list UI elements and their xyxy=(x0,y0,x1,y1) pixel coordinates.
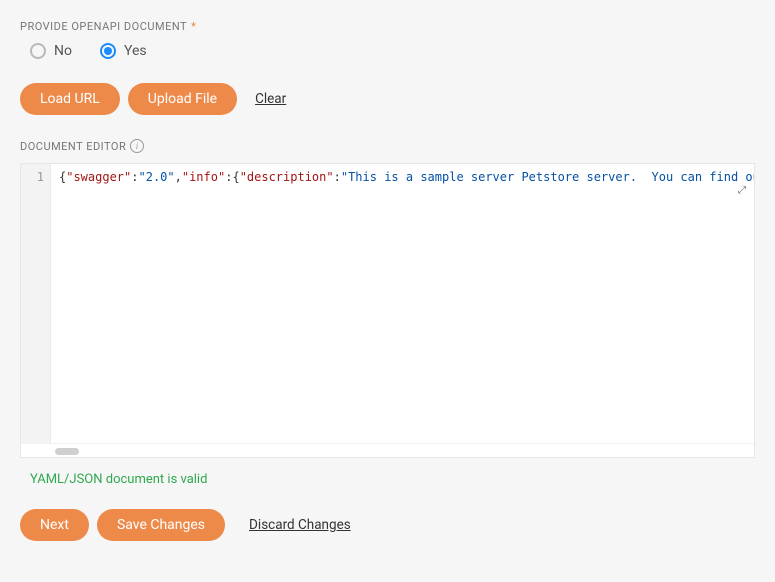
code-token-str: "2.0" xyxy=(139,170,175,184)
code-token-brace: { xyxy=(232,170,239,184)
editor-gutter: 1 xyxy=(21,164,51,443)
line-number-1: 1 xyxy=(21,170,44,184)
validation-message: YAML/JSON document is valid xyxy=(30,472,755,487)
expand-icon[interactable]: ⤢ xyxy=(738,186,746,196)
code-token-comma: , xyxy=(175,170,182,184)
code-token-colon: : xyxy=(334,170,341,184)
code-token-key: "description" xyxy=(240,170,334,184)
radio-option-no[interactable]: No xyxy=(30,43,72,59)
code-token-colon: : xyxy=(131,170,138,184)
load-url-button[interactable]: Load URL xyxy=(20,83,120,115)
radio-option-yes[interactable]: Yes xyxy=(100,43,147,59)
action-button-row: Load URL Upload File Clear xyxy=(20,83,755,115)
openapi-radio-group: No Yes xyxy=(30,43,755,59)
code-token-str: "This is a sample server Petstore server… xyxy=(341,170,754,184)
editor-body: 1 {"swagger":"2.0","info":{"description"… xyxy=(21,164,754,443)
code-line: {"swagger":"2.0","info":{"description":"… xyxy=(59,170,754,184)
code-token-key: "info" xyxy=(182,170,225,184)
save-changes-button[interactable]: Save Changes xyxy=(97,509,225,541)
upload-file-button[interactable]: Upload File xyxy=(128,83,237,115)
info-icon[interactable]: i xyxy=(130,139,144,153)
clear-link[interactable]: Clear xyxy=(255,91,286,107)
document-editor[interactable]: 1 {"swagger":"2.0","info":{"description"… xyxy=(20,163,755,458)
provide-openapi-label-text: PROVIDE OPENAPI DOCUMENT xyxy=(20,20,187,33)
radio-label-no: No xyxy=(54,43,72,59)
document-editor-label-text: DOCUMENT EDITOR xyxy=(20,140,126,153)
required-star-icon: * xyxy=(191,20,196,33)
radio-label-yes: Yes xyxy=(124,43,147,59)
document-editor-label: DOCUMENT EDITOR i xyxy=(20,139,755,153)
editor-scrollbar-horizontal[interactable] xyxy=(21,443,754,457)
code-token-key: "swagger" xyxy=(66,170,131,184)
code-area[interactable]: {"swagger":"2.0","info":{"description":"… xyxy=(51,164,754,443)
radio-circle-selected-icon xyxy=(100,43,116,59)
footer-button-row: Next Save Changes Discard Changes xyxy=(20,509,755,541)
scrollbar-thumb[interactable] xyxy=(55,448,79,455)
discard-changes-link[interactable]: Discard Changes xyxy=(249,517,351,533)
radio-circle-icon xyxy=(30,43,46,59)
provide-openapi-label: PROVIDE OPENAPI DOCUMENT * xyxy=(20,20,755,33)
next-button[interactable]: Next xyxy=(20,509,89,541)
